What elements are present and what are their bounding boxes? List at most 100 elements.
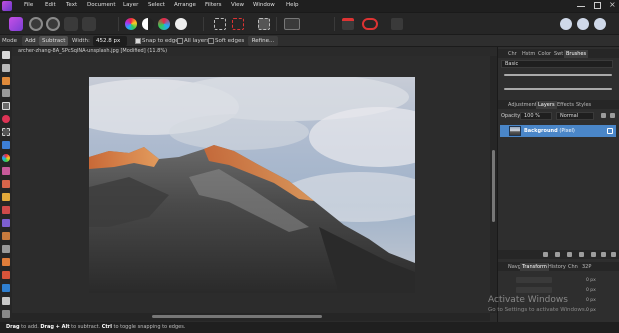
healing-tool-icon[interactable] <box>2 219 10 227</box>
erase-brush-tool-icon[interactable] <box>2 180 10 188</box>
color-picker-tool-icon[interactable] <box>2 77 10 85</box>
tab-effects[interactable]: Effects <box>555 101 576 109</box>
assistant-icon[interactable] <box>342 18 354 30</box>
flood-select-tool-icon[interactable] <box>2 115 10 123</box>
brush-category-dropdown[interactable]: Basic <box>501 60 613 68</box>
soft-edges-checkbox[interactable] <box>208 38 214 44</box>
white-balance-icon[interactable] <box>175 18 187 30</box>
shape-tool-icon[interactable] <box>2 258 10 266</box>
opacity-field[interactable]: 100 % <box>520 112 552 120</box>
snapping-icon[interactable] <box>362 18 378 30</box>
mode-add-button[interactable]: Add <box>22 36 39 46</box>
maximize-icon[interactable] <box>594 2 601 9</box>
brush-stroke-preview[interactable] <box>504 74 612 76</box>
rectangle-tool-icon[interactable] <box>2 284 10 292</box>
horizontal-scroll-thumb[interactable] <box>152 315 322 318</box>
app-logo[interactable] <box>2 1 12 11</box>
refine-button[interactable]: Refine... <box>248 36 278 46</box>
hsl-icon[interactable] <box>158 18 170 30</box>
minimize-icon[interactable] <box>577 6 585 7</box>
paint-brush-tool-icon[interactable] <box>2 167 10 175</box>
tab-layers[interactable]: Layers <box>536 101 557 109</box>
menu-edit[interactable]: Edit <box>45 2 56 8</box>
menu-arrange[interactable]: Arrange <box>174 2 196 8</box>
snap-to-edges-checkbox[interactable] <box>135 38 141 44</box>
quick-mask-icon[interactable] <box>284 18 300 30</box>
photo-persona-icon[interactable] <box>9 17 23 31</box>
delete-layer-icon[interactable] <box>611 252 616 257</box>
tab-channels[interactable]: Chn <box>566 263 580 271</box>
layer-settings-icon[interactable] <box>601 113 606 118</box>
menu-view[interactable]: View <box>231 2 244 8</box>
brush-stroke-preview[interactable] <box>504 88 612 90</box>
menu-help[interactable]: Help <box>286 2 299 8</box>
menu-file[interactable]: File <box>24 2 33 8</box>
tab-histogram[interactable]: Hstm <box>520 50 537 58</box>
mask-layer-icon[interactable] <box>543 252 548 257</box>
menu-window[interactable]: Window <box>253 2 275 8</box>
color-wheel-icon[interactable] <box>125 18 137 30</box>
tab-transform[interactable]: Transform <box>520 263 549 271</box>
vertical-scrollbar[interactable] <box>490 56 497 313</box>
width-input[interactable]: 452.8 px <box>93 36 127 46</box>
menu-document[interactable]: Document <box>87 2 116 8</box>
liquify-persona-icon[interactable] <box>29 17 43 31</box>
mode-subtract-button[interactable]: Subtract <box>39 36 69 46</box>
share-icon[interactable] <box>594 18 606 30</box>
lock-icon[interactable] <box>610 113 615 118</box>
menu-filters[interactable]: Filters <box>205 2 222 8</box>
close-icon[interactable]: × <box>609 0 616 9</box>
document-tab[interactable]: archer-zhang-8A_SPcSqlNA-unsplash.jpg [M… <box>12 47 497 56</box>
contextual-help-icon[interactable] <box>560 18 572 30</box>
group-icon[interactable] <box>591 252 596 257</box>
menu-select[interactable]: Select <box>148 2 165 8</box>
vertical-scroll-thumb[interactable] <box>492 150 495 222</box>
personas-icon[interactable] <box>577 18 589 30</box>
horizontal-scrollbar[interactable] <box>12 313 490 321</box>
flood-fill-tool-icon[interactable] <box>2 141 10 149</box>
layer-visibility-checkbox[interactable] <box>607 128 613 134</box>
levels-icon[interactable] <box>142 18 154 30</box>
text-tool-icon[interactable] <box>2 297 10 305</box>
gradient-tool-icon[interactable] <box>2 154 10 162</box>
fx-icon[interactable] <box>579 252 584 257</box>
move-tool-icon[interactable] <box>2 51 10 59</box>
transform-x-field[interactable] <box>516 277 552 283</box>
tone-mapping-persona-icon[interactable] <box>64 17 78 31</box>
tab-color[interactable]: Color <box>536 50 553 58</box>
blend-mode-dropdown[interactable]: Normal <box>556 112 594 120</box>
invert-selection-icon[interactable] <box>258 18 270 30</box>
order-icon[interactable] <box>391 18 403 30</box>
menu-text[interactable]: Text <box>66 2 77 8</box>
smudge-tool-icon[interactable] <box>2 232 10 240</box>
pen-tool-icon[interactable] <box>2 245 10 253</box>
clone-tool-icon[interactable] <box>2 206 10 214</box>
tab-adjustment[interactable]: Adjustment <box>506 101 539 109</box>
opacity-value: 100 % <box>524 113 540 119</box>
tab-character[interactable]: Chr <box>506 50 519 58</box>
live-filter-icon[interactable] <box>567 252 572 257</box>
adjustment-layer-icon[interactable] <box>555 252 560 257</box>
color-swatch-icon[interactable] <box>2 310 10 318</box>
selection-brush-tool-icon[interactable] <box>2 102 10 110</box>
document-image[interactable] <box>89 77 415 293</box>
select-all-icon[interactable] <box>214 18 226 30</box>
view-tool-icon[interactable] <box>2 64 10 72</box>
add-layer-icon[interactable] <box>601 252 606 257</box>
tab-32p[interactable]: 32P <box>580 263 593 271</box>
menu-layer[interactable]: Layer <box>123 2 138 8</box>
all-layers-checkbox[interactable] <box>177 38 183 44</box>
canvas-area[interactable] <box>12 56 490 313</box>
crop-tool-icon[interactable] <box>2 89 10 97</box>
tab-styles[interactable]: Styles <box>574 101 593 109</box>
transform-y-field[interactable] <box>516 287 552 293</box>
develop-persona-icon[interactable] <box>46 17 60 31</box>
tab-brushes[interactable]: Brushes <box>564 50 589 58</box>
red-eye-tool-icon[interactable] <box>2 271 10 279</box>
tab-history[interactable]: History <box>546 263 568 271</box>
export-persona-icon[interactable] <box>82 17 96 31</box>
marquee-tool-icon[interactable] <box>2 128 10 136</box>
dodge-tool-icon[interactable] <box>2 193 10 201</box>
deselect-icon[interactable] <box>232 18 244 30</box>
layer-row[interactable]: Background (Pixel) <box>500 125 616 137</box>
